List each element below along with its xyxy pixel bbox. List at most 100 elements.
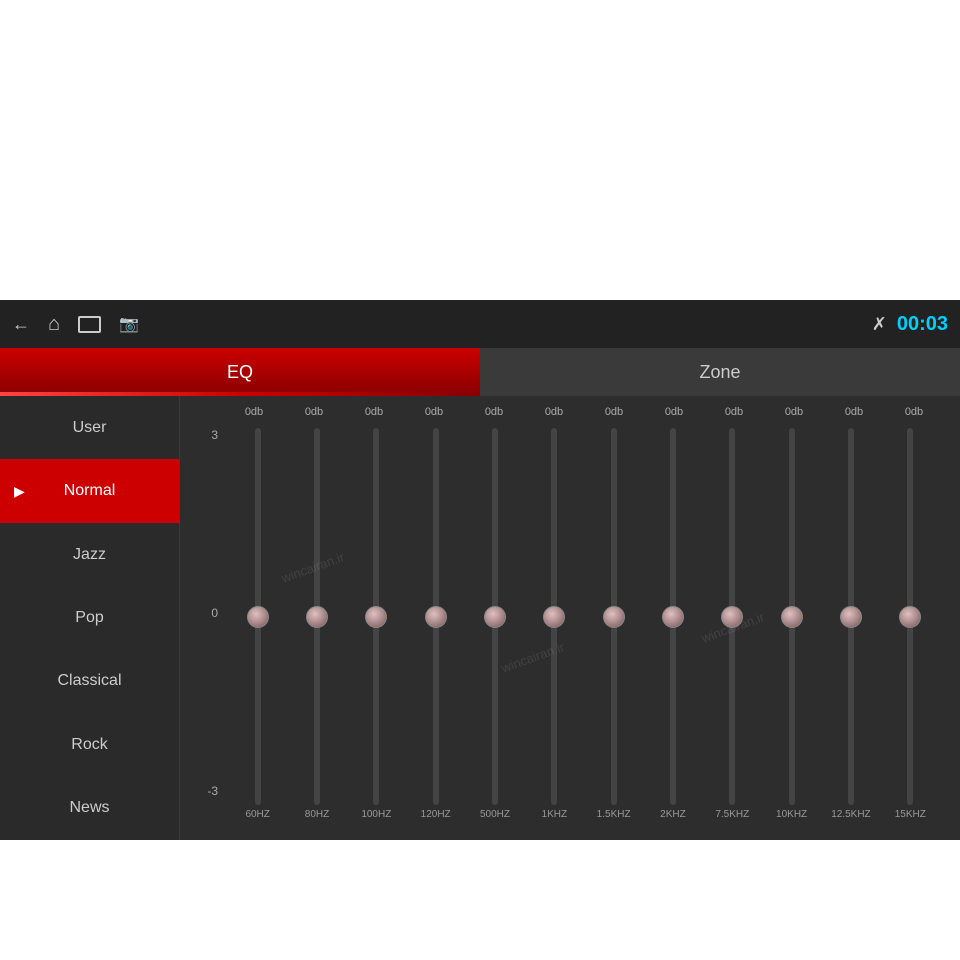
slider-track-container-1KHZ[interactable] xyxy=(525,428,584,805)
slider-col-1KHZ: 1KHZ xyxy=(525,428,584,820)
db-label: 0db xyxy=(884,406,944,424)
db-label: 0db xyxy=(644,406,704,424)
slider-track-1.5KHZ xyxy=(611,428,617,805)
slider-track-container-100HZ[interactable] xyxy=(347,428,406,805)
slider-handle-100HZ[interactable] xyxy=(365,606,387,628)
slider-track-100HZ xyxy=(373,428,379,805)
sidebar-item-user[interactable]: User xyxy=(0,396,179,459)
device-frame: ← ⌂ 📷 ✗ 00:03 EQ Zone User ▶ Normal xyxy=(0,300,960,840)
main-content: User ▶ Normal Jazz Pop Classical Rock Ne… xyxy=(0,396,960,840)
eq-area: 0db0db0db0db0db0db0db0db0db0db0db0db 3 0… xyxy=(180,396,960,840)
sidebar-item-jazz[interactable]: Jazz xyxy=(0,523,179,586)
slider-track-container-120HZ[interactable] xyxy=(406,428,465,805)
slider-handle-15KHZ[interactable] xyxy=(899,606,921,628)
db-label: 0db xyxy=(524,406,584,424)
slider-handle-80HZ[interactable] xyxy=(306,606,328,628)
tab-bar: EQ Zone xyxy=(0,348,960,396)
slider-freq-label-1KHZ: 1KHZ xyxy=(542,809,568,820)
slider-col-10KHZ: 10KHZ xyxy=(762,428,821,820)
status-area: ✗ 00:03 xyxy=(872,313,948,336)
slider-handle-7.5KHZ[interactable] xyxy=(721,606,743,628)
slider-col-1.5KHZ: 1.5KHZ xyxy=(584,428,643,820)
slider-handle-10KHZ[interactable] xyxy=(781,606,803,628)
slider-track-container-500HZ[interactable] xyxy=(465,428,524,805)
db-label: 0db xyxy=(584,406,644,424)
slider-track-container-60HZ[interactable] xyxy=(228,428,287,805)
bluetooth-icon: ✗ xyxy=(872,314,887,335)
top-bar: ← ⌂ 📷 ✗ 00:03 xyxy=(0,300,960,348)
slider-track-1KHZ xyxy=(551,428,557,805)
slider-freq-label-7.5KHZ: 7.5KHZ xyxy=(715,809,749,820)
slider-freq-label-2KHZ: 2KHZ xyxy=(660,809,686,820)
slider-col-2KHZ: 2KHZ xyxy=(643,428,702,820)
slider-track-2KHZ xyxy=(670,428,676,805)
window-icon[interactable] xyxy=(78,316,101,333)
slider-track-15KHZ xyxy=(907,428,913,805)
slider-track-120HZ xyxy=(433,428,439,805)
slider-track-container-12.5KHZ[interactable] xyxy=(821,428,880,805)
slider-freq-label-1.5KHZ: 1.5KHZ xyxy=(597,809,631,820)
slider-handle-1KHZ[interactable] xyxy=(543,606,565,628)
slider-freq-label-10KHZ: 10KHZ xyxy=(776,809,807,820)
sidebar-item-normal[interactable]: ▶ Normal xyxy=(0,459,179,522)
slider-col-120HZ: 120HZ xyxy=(406,428,465,820)
db-label: 0db xyxy=(344,406,404,424)
slider-handle-120HZ[interactable] xyxy=(425,606,447,628)
slider-track-container-80HZ[interactable] xyxy=(287,428,346,805)
slider-track-80HZ xyxy=(314,428,320,805)
sidebar: User ▶ Normal Jazz Pop Classical Rock Ne… xyxy=(0,396,180,840)
slider-col-500HZ: 500HZ xyxy=(465,428,524,820)
home-icon[interactable]: ⌂ xyxy=(48,313,60,336)
nav-controls: ← ⌂ 📷 xyxy=(12,313,139,336)
db-label: 0db xyxy=(224,406,284,424)
slider-handle-1.5KHZ[interactable] xyxy=(603,606,625,628)
slider-freq-label-500HZ: 500HZ xyxy=(480,809,510,820)
slider-track-container-2KHZ[interactable] xyxy=(643,428,702,805)
tab-eq[interactable]: EQ xyxy=(0,348,480,396)
slider-col-12.5KHZ: 12.5KHZ xyxy=(821,428,880,820)
eq-sliders: 60HZ 80HZ 100HZ 120HZ 500HZ 1KHZ 1.5KHZ 2KHZ 7.5… xyxy=(224,428,944,820)
slider-handle-500HZ[interactable] xyxy=(484,606,506,628)
sidebar-item-news[interactable]: News xyxy=(0,777,179,840)
play-arrow-icon: ▶ xyxy=(14,483,25,500)
slider-freq-label-15KHZ: 15KHZ xyxy=(895,809,926,820)
back-icon[interactable]: ← xyxy=(12,314,30,335)
db-label: 0db xyxy=(284,406,344,424)
image-icon[interactable]: 📷 xyxy=(119,314,139,334)
eq-grid: 3 0 -3 60HZ 80HZ 100HZ 120HZ 500HZ 1KHZ 1.5KHZ… xyxy=(196,428,944,820)
slider-track-12.5KHZ xyxy=(848,428,854,805)
slider-track-7.5KHZ xyxy=(729,428,735,805)
db-label: 0db xyxy=(764,406,824,424)
slider-col-100HZ: 100HZ xyxy=(347,428,406,820)
slider-handle-12.5KHZ[interactable] xyxy=(840,606,862,628)
slider-freq-label-120HZ: 120HZ xyxy=(421,809,451,820)
slider-col-7.5KHZ: 7.5KHZ xyxy=(703,428,762,820)
slider-col-60HZ: 60HZ xyxy=(228,428,287,820)
db-label: 0db xyxy=(824,406,884,424)
sidebar-item-pop[interactable]: Pop xyxy=(0,586,179,649)
slider-track-container-10KHZ[interactable] xyxy=(762,428,821,805)
db-label: 0db xyxy=(404,406,464,424)
sidebar-item-classical[interactable]: Classical xyxy=(0,650,179,713)
eq-db-labels-row: 0db0db0db0db0db0db0db0db0db0db0db0db xyxy=(196,406,944,428)
slider-track-container-15KHZ[interactable] xyxy=(881,428,940,805)
slider-track-container-1.5KHZ[interactable] xyxy=(584,428,643,805)
slider-track-10KHZ xyxy=(789,428,795,805)
slider-track-container-7.5KHZ[interactable] xyxy=(703,428,762,805)
slider-freq-label-80HZ: 80HZ xyxy=(305,809,329,820)
slider-handle-2KHZ[interactable] xyxy=(662,606,684,628)
slider-col-80HZ: 80HZ xyxy=(287,428,346,820)
tab-zone[interactable]: Zone xyxy=(480,348,960,396)
slider-freq-label-100HZ: 100HZ xyxy=(361,809,391,820)
time-display: 00:03 xyxy=(897,313,948,336)
db-label: 0db xyxy=(464,406,524,424)
slider-track-60HZ xyxy=(255,428,261,805)
eq-scale: 3 0 -3 xyxy=(196,428,224,820)
slider-freq-label-60HZ: 60HZ xyxy=(245,809,269,820)
slider-handle-60HZ[interactable] xyxy=(247,606,269,628)
slider-track-500HZ xyxy=(492,428,498,805)
sidebar-item-rock[interactable]: Rock xyxy=(0,713,179,776)
slider-freq-label-12.5KHZ: 12.5KHZ xyxy=(831,809,870,820)
db-label: 0db xyxy=(704,406,764,424)
slider-col-15KHZ: 15KHZ xyxy=(881,428,940,820)
